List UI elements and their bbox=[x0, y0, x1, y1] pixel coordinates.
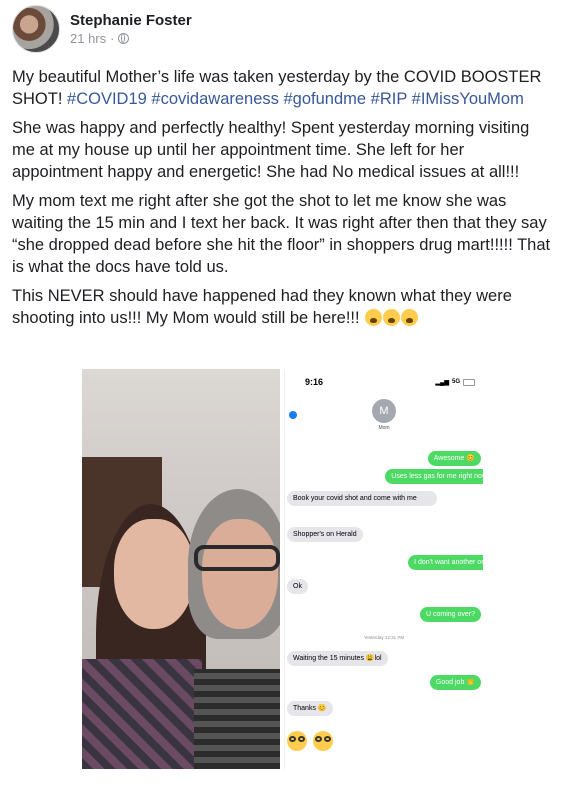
contact-avatar: M bbox=[372, 399, 396, 423]
post-meta: Stephanie Foster 21 hrs · bbox=[70, 12, 192, 46]
post-text: My beautiful Mother’s life was taken yes… bbox=[12, 66, 552, 336]
selfie-photo[interactable] bbox=[82, 369, 280, 769]
text-message-screenshot[interactable]: 9:16 ▂▄▆ 5G M Mom Awesome 😊 Uses less ga… bbox=[284, 369, 483, 769]
contact-name: Mom bbox=[378, 425, 390, 431]
author-name[interactable]: Stephanie Foster bbox=[70, 12, 192, 29]
status-bar: 9:16 ▂▄▆ 5G bbox=[285, 369, 483, 395]
message-bubble: Uses less gas for me right now bbox=[385, 469, 483, 484]
contact-header: M Mom bbox=[285, 399, 483, 431]
post-paragraph-3: My mom text me right after she got the s… bbox=[12, 192, 551, 276]
post-paragraph-2: She was happy and perfectly healthy! Spe… bbox=[12, 119, 530, 181]
message-bubble: Good job 👏 bbox=[429, 675, 481, 690]
hashtag-covidawareness[interactable]: #covidawareness bbox=[151, 90, 279, 108]
message-bubble: Ok bbox=[287, 579, 308, 594]
message-bubble: Thanks 😊 bbox=[287, 701, 333, 716]
message-timestamp: Yesterday 12:31 PM bbox=[363, 635, 405, 640]
nerd-face-icon bbox=[287, 731, 307, 751]
message-bubble: Waiting the 15 minutes 😩lol bbox=[287, 651, 388, 666]
post-paragraph-4: This NEVER should have happened had they… bbox=[12, 285, 552, 329]
post-header: Stephanie Foster 21 hrs · bbox=[12, 5, 192, 53]
crying-face-icon bbox=[383, 309, 401, 326]
woman-left-shirt bbox=[82, 659, 202, 769]
glasses-icon bbox=[194, 545, 280, 571]
crying-face-icon bbox=[401, 309, 419, 326]
message-bubble: Awesome 😊 bbox=[427, 451, 481, 466]
separator-dot: · bbox=[110, 31, 115, 46]
hashtag-imissyoumom[interactable]: #IMissYouMom bbox=[412, 90, 524, 108]
hashtag-rip[interactable]: #RIP bbox=[371, 90, 407, 108]
back-badge-icon bbox=[289, 411, 297, 419]
woman-right-face bbox=[202, 519, 278, 629]
message-bubble: Shopper's on Herald bbox=[287, 527, 363, 542]
woman-right-shirt bbox=[194, 669, 280, 769]
battery-icon bbox=[463, 378, 475, 386]
nerd-face-icon bbox=[313, 731, 333, 751]
hashtag-gofundme[interactable]: #gofundme bbox=[284, 90, 367, 108]
hashtag-covid19[interactable]: #COVID19 bbox=[67, 90, 147, 108]
crying-face-icon bbox=[365, 309, 383, 326]
message-bubble: I don't want another one bbox=[408, 555, 483, 570]
status-icons: ▂▄▆ 5G bbox=[435, 378, 475, 386]
message-bubble: U coming over? bbox=[419, 607, 481, 622]
post-paragraph-1: My beautiful Mother’s life was taken yes… bbox=[12, 66, 552, 110]
post-time-row: 21 hrs · bbox=[70, 31, 192, 46]
network-label: 5G bbox=[451, 379, 460, 385]
message-bubble: Book your covid shot and come with me bbox=[287, 491, 437, 506]
status-clock: 9:16 bbox=[305, 377, 324, 387]
globe-icon[interactable] bbox=[118, 33, 130, 44]
woman-left-face bbox=[114, 519, 194, 629]
post-timestamp[interactable]: 21 hrs bbox=[70, 31, 106, 46]
author-avatar[interactable] bbox=[12, 5, 60, 53]
p4-text: This NEVER should have happened had they… bbox=[12, 287, 512, 327]
signal-icon: ▂▄▆ bbox=[435, 379, 449, 386]
